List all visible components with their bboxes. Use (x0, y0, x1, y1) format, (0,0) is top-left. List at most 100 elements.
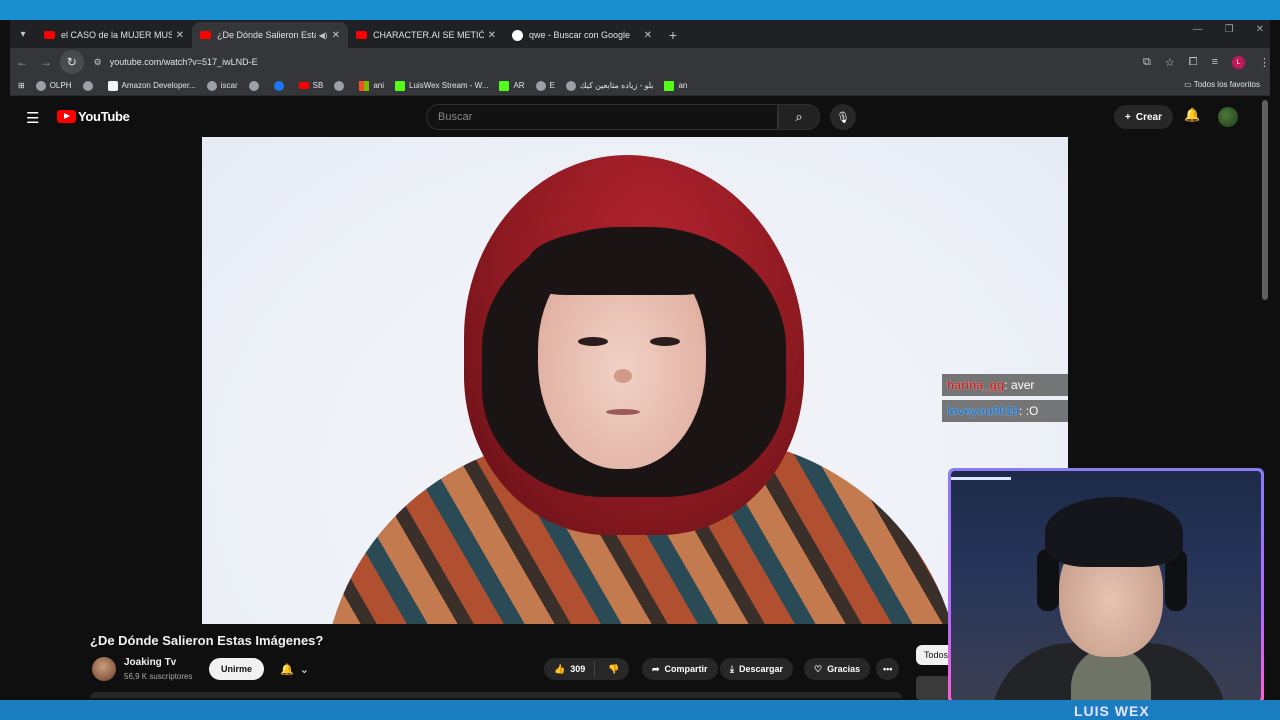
chat-text: : aver (1004, 378, 1035, 392)
channel-avatar[interactable] (92, 657, 116, 681)
tab-3[interactable]: qwe - Buscar con Google ✕ (504, 22, 660, 48)
bell-icon: 🔔 (280, 663, 294, 676)
forward-icon[interactable]: → (34, 50, 58, 74)
close-window-icon[interactable]: ✕ (1256, 24, 1264, 35)
bookmark-item[interactable]: LuisWex Stream - W... (395, 80, 488, 91)
channel-name[interactable]: Joaking Tv (124, 657, 176, 668)
globe-icon (565, 80, 576, 91)
bookmark-label: iscar (220, 81, 238, 90)
plus-icon: + (1125, 111, 1131, 123)
share-button[interactable]: ➦ Compartir (642, 658, 718, 680)
recommended-thumbnail[interactable] (916, 676, 950, 700)
account-avatar[interactable] (1218, 107, 1238, 127)
thumbs-up-icon: 👍 (554, 663, 566, 674)
close-icon[interactable]: ✕ (644, 30, 652, 41)
globe-icon (82, 80, 93, 91)
site-info-icon[interactable]: ⚙ (94, 57, 102, 68)
tab-title: qwe - Buscar con Google (529, 30, 631, 40)
tab-title: CHARACTER.AI SE METIÓ EN S (373, 30, 484, 40)
bookmark-item[interactable]: OLPH (35, 80, 72, 91)
kick-icon (664, 80, 675, 91)
all-bookmarks-folder[interactable]: ▭ Todos los favoritos (1184, 80, 1260, 89)
more-actions-button[interactable]: ••• (876, 658, 900, 680)
like-button[interactable]: 👍 309 (544, 661, 596, 677)
close-icon[interactable]: ✕ (488, 30, 496, 41)
tab-1[interactable]: ¿De Dónde Salieron Estas Im ◀) ✕ (192, 22, 348, 48)
close-icon[interactable]: ✕ (176, 30, 184, 41)
youtube-logo[interactable]: YouTube (57, 109, 130, 124)
new-tab-icon[interactable]: + (660, 22, 686, 48)
toolbar-icons: ⧉ ☆ ⧠ ≡ L ⋮ (1143, 55, 1270, 69)
search-button[interactable]: ⌕ (778, 104, 820, 130)
all-bookmarks-label: Todos los favoritos (1193, 80, 1260, 89)
media-icon[interactable]: ≡ (1212, 56, 1218, 68)
apps-icon[interactable]: ⊞ (18, 81, 25, 90)
search-input[interactable]: Buscar (426, 104, 778, 130)
create-label: Crear (1135, 111, 1162, 123)
profile-avatar[interactable]: L (1232, 55, 1245, 69)
dislike-button[interactable]: 👎 (600, 664, 629, 675)
kick-icon (395, 80, 406, 91)
download-label: Descargar (738, 664, 784, 674)
bookmark-label: SB (312, 81, 324, 90)
tab-search-icon[interactable]: ▾ (10, 20, 36, 48)
bookmark-label: E (549, 81, 555, 90)
bookmark-item[interactable] (248, 80, 263, 91)
bookmark-item[interactable]: E (535, 80, 555, 91)
search-icon: ⌕ (795, 109, 803, 124)
bookmark-item[interactable]: an (664, 80, 688, 91)
install-icon[interactable]: ⧉ (1143, 56, 1151, 69)
thanks-button[interactable]: ♡ Gracias (804, 658, 871, 680)
bookmark-item[interactable]: AR (499, 80, 525, 91)
bookmark-item[interactable]: SB (298, 81, 324, 90)
youtube-masthead: ☰ YouTube Buscar ⌕ 🎙 + Crear 🔔 (10, 97, 1270, 137)
extensions-icon[interactable]: ⧠ (1189, 56, 1198, 69)
video-title: ¿De Dónde Salieron Estas Imágenes? (90, 633, 324, 648)
notifications-bell-icon[interactable]: 🔔 (1184, 107, 1200, 123)
bookmark-label: an (678, 81, 688, 90)
share-label: Compartir (664, 664, 708, 674)
hamburger-menu-icon[interactable]: ☰ (26, 109, 39, 127)
bookmark-item[interactable]: ani (359, 80, 384, 91)
minimize-icon[interactable]: — (1193, 24, 1203, 35)
chat-message: loveyou0010 : :O (942, 400, 1068, 422)
video-frame-mouth (606, 409, 640, 415)
bookmarks-bar: ⊞ OLPH Amazon Developer... iscar SB ani … (10, 76, 1270, 96)
download-button[interactable]: ⤓ Descargar (720, 658, 794, 680)
bookmark-item[interactable] (334, 80, 348, 91)
facebook-icon (273, 80, 284, 91)
join-button[interactable]: Unirme (209, 658, 265, 680)
tab-2[interactable]: CHARACTER.AI SE METIÓ EN S ✕ (348, 22, 504, 48)
subscriber-count: 56,9 K suscriptores (124, 672, 193, 681)
bookmark-star-icon[interactable]: ☆ (1165, 56, 1175, 69)
chat-username: harina_gg (947, 378, 1005, 392)
subscription-bell-button[interactable]: 🔔 ⌄ (272, 658, 317, 680)
description-box[interactable] (90, 692, 902, 698)
video-frame-eye (650, 337, 680, 346)
voice-search-button[interactable]: 🎙 (830, 104, 856, 130)
url-text: youtube.com/watch?v=517_iwLND-E (109, 57, 258, 67)
tab-0[interactable]: el CASO de la MUJER MUSULM ✕ (36, 22, 192, 48)
download-icon: ⤓ (730, 663, 734, 674)
tab-strip: ▾ el CASO de la MUJER MUSULM ✕ ¿De Dónde… (10, 20, 1270, 48)
video-player[interactable] (202, 137, 1068, 624)
address-bar[interactable]: ⚙ youtube.com/watch?v=517_iwLND-E (89, 51, 1126, 73)
thanks-heart-icon: ♡ (814, 663, 823, 674)
bookmark-item[interactable] (82, 80, 97, 91)
video-frame-eye (578, 337, 608, 346)
bookmark-item[interactable]: بلو - زياده متابعين كيك (565, 80, 653, 91)
bookmark-item[interactable]: iscar (206, 80, 238, 91)
bookmark-item[interactable] (273, 80, 288, 91)
bookmark-item[interactable]: Amazon Developer... (107, 80, 196, 91)
menu-icon[interactable]: ⋮ (1259, 56, 1270, 69)
amazon-icon (107, 80, 118, 91)
page-scrollbar[interactable] (1262, 100, 1268, 300)
globe-icon (206, 80, 217, 91)
reload-icon[interactable]: ↻ (59, 50, 84, 74)
create-button[interactable]: + Crear (1114, 105, 1173, 129)
microphone-icon: 🎙 (836, 111, 850, 124)
restore-icon[interactable]: ❐ (1225, 24, 1234, 35)
back-icon[interactable]: ← (10, 50, 34, 74)
speaker-icon[interactable]: ◀) (319, 31, 328, 40)
close-icon[interactable]: ✕ (332, 30, 340, 41)
